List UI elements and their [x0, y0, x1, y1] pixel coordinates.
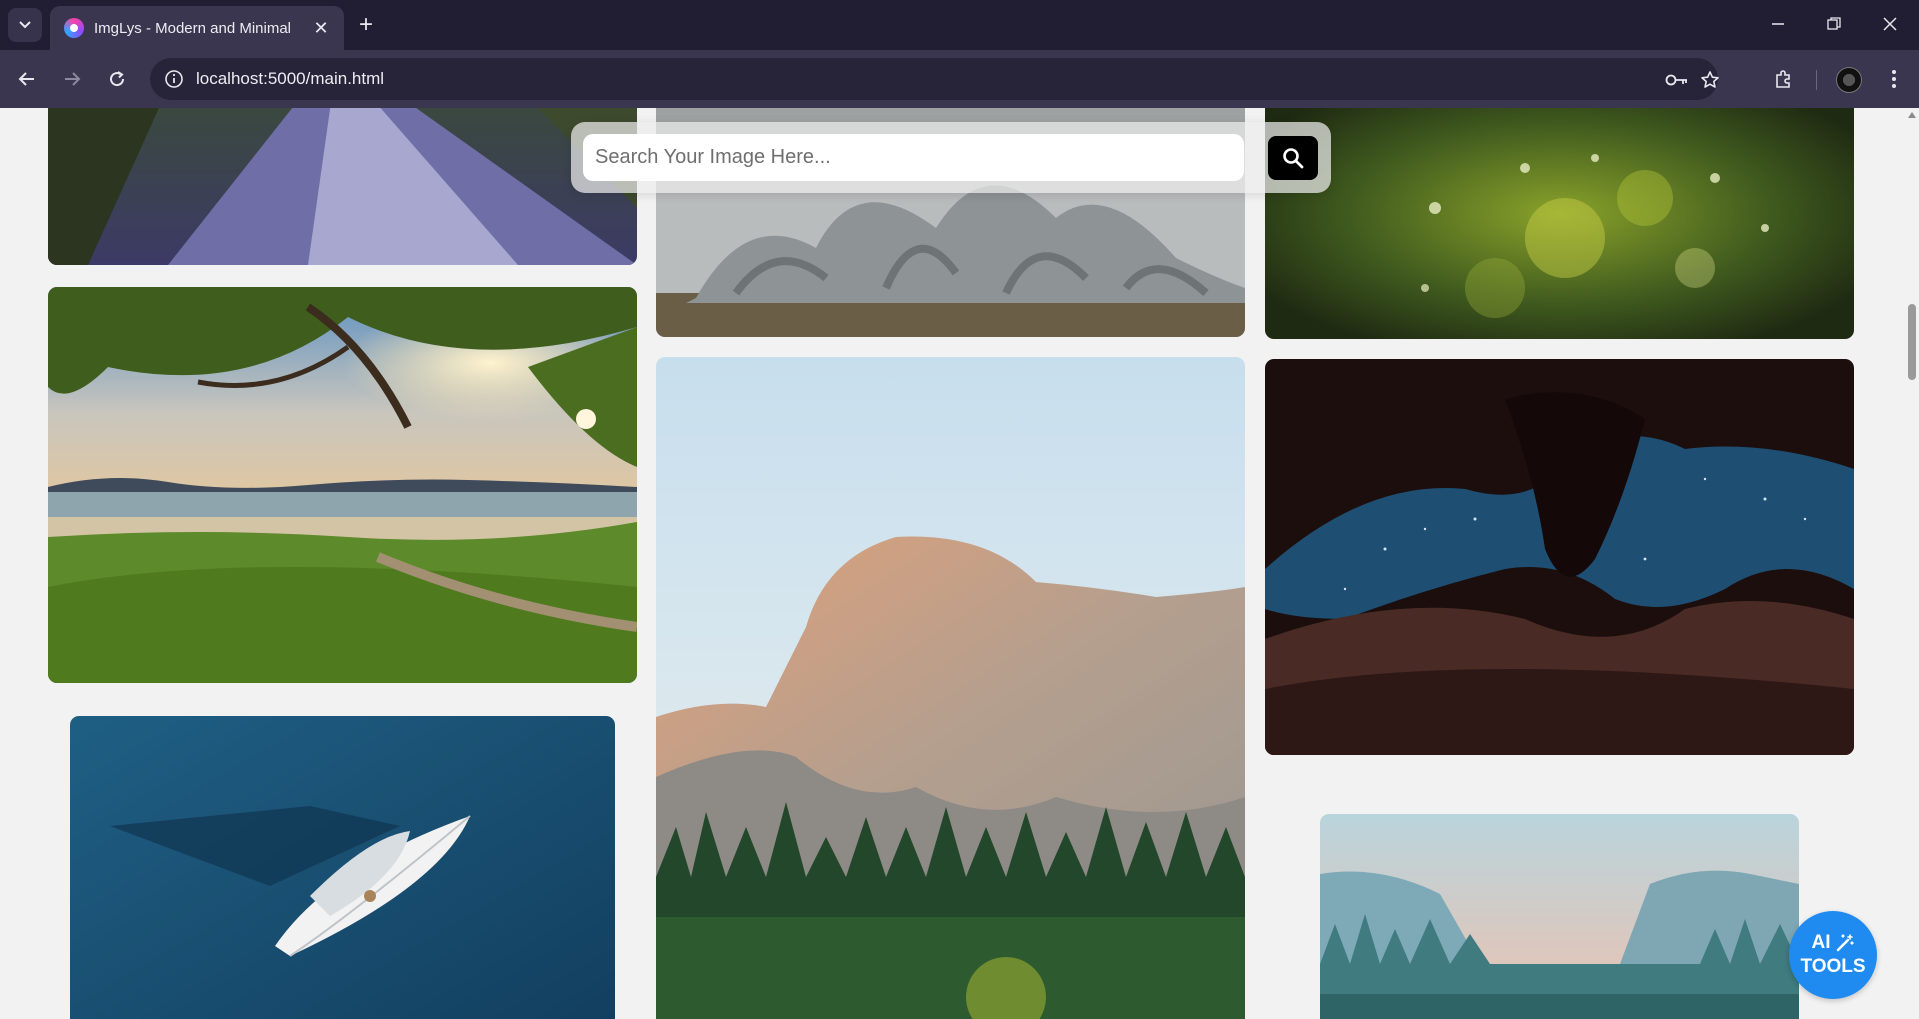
password-key-icon[interactable] — [1665, 68, 1689, 92]
menu-kebab-icon[interactable] — [1879, 64, 1909, 94]
search-button[interactable] — [1268, 136, 1318, 180]
image-green-bokeh — [1265, 108, 1854, 339]
image-half-dome — [656, 357, 1245, 1019]
browser-tab-bar: ImgLys - Modern and Minimal ✕ + — [0, 0, 1919, 50]
site-info-icon[interactable] — [164, 69, 184, 89]
toolbar-separator — [1816, 70, 1817, 90]
search-bar — [571, 122, 1331, 193]
close-window-icon[interactable] — [1878, 12, 1902, 36]
minimize-icon[interactable] — [1766, 12, 1790, 36]
page-viewport: AI TOOLS — [0, 108, 1905, 1019]
search-icon — [1283, 148, 1304, 169]
scrollbar-thumb[interactable] — [1908, 304, 1916, 380]
image-antelope-canyon — [1265, 359, 1854, 755]
image-card-antelope-canyon[interactable] — [1265, 359, 1854, 755]
page-scrollbar[interactable] — [1905, 108, 1919, 1019]
tab-title: ImgLys - Modern and Minimal — [94, 19, 292, 37]
back-icon[interactable] — [12, 64, 42, 94]
image-sailboat — [70, 716, 615, 1019]
scroll-up-arrow-icon[interactable] — [1908, 112, 1916, 118]
search-input[interactable] — [583, 134, 1244, 181]
image-card-dirt-road[interactable] — [48, 108, 637, 265]
image-card-green-bokeh[interactable] — [1265, 108, 1854, 339]
tab-search-button[interactable] — [8, 8, 42, 42]
chevron-down-icon — [19, 21, 31, 29]
image-card-misty-valley[interactable] — [1320, 814, 1799, 1019]
browser-toolbar: localhost:5000/main.html — [0, 50, 1919, 108]
ai-tools-button[interactable]: AI TOOLS — [1789, 911, 1877, 999]
image-beach-tree — [48, 287, 637, 683]
bookmark-star-icon[interactable] — [1698, 68, 1722, 92]
site-favicon-icon — [64, 18, 84, 38]
image-misty-valley — [1320, 814, 1799, 1019]
reload-icon[interactable] — [102, 64, 132, 94]
profile-avatar[interactable] — [1836, 67, 1862, 93]
image-dirt-road — [48, 108, 637, 265]
active-tab[interactable]: ImgLys - Modern and Minimal ✕ — [50, 6, 344, 50]
extensions-icon[interactable] — [1768, 64, 1798, 94]
image-card-half-dome[interactable] — [656, 357, 1245, 1019]
tab-close-icon[interactable]: ✕ — [310, 17, 332, 39]
new-tab-button[interactable]: + — [352, 11, 380, 39]
image-card-sailboat[interactable] — [70, 716, 615, 1019]
ai-tools-label-line1: AI — [1811, 932, 1831, 953]
ai-tools-label-line2: TOOLS — [1800, 956, 1866, 977]
forward-icon[interactable] — [57, 64, 87, 94]
restore-icon[interactable] — [1822, 12, 1846, 36]
magic-wand-icon — [1836, 934, 1854, 952]
address-bar[interactable]: localhost:5000/main.html — [150, 58, 1719, 100]
image-card-beach-tree[interactable] — [48, 287, 637, 683]
url-text: localhost:5000/main.html — [196, 69, 385, 88]
